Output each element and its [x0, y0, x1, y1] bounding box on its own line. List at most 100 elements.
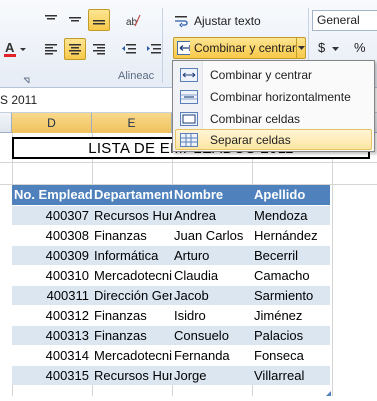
orientation-button[interactable]: ab	[122, 9, 144, 31]
font-dialog-launcher-icon[interactable]	[23, 72, 31, 90]
gridline	[0, 162, 377, 163]
cell-last-name[interactable]: Becerril	[252, 244, 330, 265]
align-right-button[interactable]	[88, 38, 110, 60]
cell-department[interactable]: Finanzas	[92, 224, 172, 245]
merge-center-button[interactable]: Combinar y centrar	[173, 37, 306, 59]
chevron-down-icon	[297, 45, 305, 50]
menu-item-combinar-celdas[interactable]: Combinar celdas	[175, 108, 372, 129]
decrease-indent-button[interactable]	[118, 38, 140, 60]
align-center-icon	[69, 44, 81, 55]
cell-last-name[interactable]: Mendoza	[252, 204, 330, 225]
align-top-icon	[45, 15, 57, 20]
number-format-select[interactable]: General	[312, 10, 377, 31]
menu-item-separar-celdas[interactable]: Separar celdas	[175, 129, 372, 150]
cell-last-name[interactable]: Jiménez	[252, 304, 330, 325]
merge-dropdown-menu: Combinar y centrar Combinar horizontalme…	[172, 60, 375, 152]
decrease-indent-icon	[122, 44, 136, 54]
cell-first-name[interactable]: Isidro	[172, 304, 252, 325]
cell-department[interactable]: Informática	[92, 244, 172, 265]
align-right-icon	[93, 44, 105, 55]
worksheet-grid[interactable]: LISTA DE EMPLEADOS 2011 No. Empleado Dep…	[0, 133, 377, 396]
align-bottom-icon	[93, 20, 105, 25]
cell-employee-id[interactable]: 400314	[12, 344, 92, 365]
cell-first-name[interactable]: Arturo	[172, 244, 252, 265]
cell-employee-id[interactable]: 400313	[12, 324, 92, 345]
table-header-row: No. Empleado Departamento Nombre Apellid…	[12, 185, 330, 205]
cell-first-name[interactable]: Andrea	[172, 204, 252, 225]
cell-first-name[interactable]: Juan Carlos	[172, 224, 252, 245]
cell-last-name[interactable]: Fonseca	[252, 344, 330, 365]
orientation-icon: ab	[126, 14, 141, 28]
gridline	[332, 133, 333, 396]
header-apellido[interactable]: Apellido	[252, 185, 330, 205]
cell-first-name[interactable]: Consuelo	[172, 324, 252, 345]
align-center-button[interactable]	[64, 38, 86, 60]
table-row: 400311 Dirección General Jacob Sarmiento	[12, 284, 330, 305]
cell-last-name[interactable]: Sarmiento	[252, 284, 330, 305]
font-color-button[interactable]: A	[0, 38, 28, 60]
svg-text:A: A	[5, 40, 15, 55]
menu-item-label: Combinar celdas	[210, 111, 301, 126]
cell-employee-id[interactable]: 400312	[12, 304, 92, 325]
cell-first-name[interactable]: Jorge	[172, 364, 252, 385]
cell-department[interactable]: Mercadotecnia	[92, 264, 172, 285]
cell-department[interactable]: Dirección General	[92, 284, 172, 305]
column-header-e[interactable]: E	[92, 113, 172, 133]
table-row: 400308 Finanzas Juan Carlos Hernández	[12, 224, 330, 245]
wrap-text-button[interactable]: Ajustar texto	[174, 11, 294, 31]
menu-item-label: Separar celdas	[210, 132, 291, 147]
table-resize-handle[interactable]	[326, 383, 331, 401]
cell-department[interactable]: Recursos Humanos	[92, 204, 172, 225]
font-color-icon: A	[4, 40, 26, 57]
table-row: 400314 Mercadotecnia Fernanda Fonseca	[12, 344, 330, 365]
select-all-corner[interactable]	[0, 113, 12, 133]
merge-center-label: Combinar y centrar	[194, 41, 297, 55]
cell-employee-id[interactable]: 400307	[12, 204, 92, 225]
merge-center-icon	[177, 41, 190, 55]
cell-employee-id[interactable]: 400311	[12, 284, 92, 305]
align-middle-icon	[69, 17, 81, 22]
table-row: 400310 Mercadotecnia Claudia Camacho	[12, 264, 330, 285]
align-middle-button[interactable]	[64, 9, 86, 31]
cell-employee-id[interactable]: 400310	[12, 264, 92, 285]
cell-employee-id[interactable]: 400308	[12, 224, 92, 245]
merge-across-icon	[180, 89, 198, 104]
cell-department[interactable]: Finanzas	[92, 324, 172, 345]
header-departamento[interactable]: Departamento	[92, 185, 172, 205]
table-row: 400309 Informática Arturo Becerril	[12, 244, 330, 265]
chevron-down-icon	[331, 47, 339, 51]
cell-last-name[interactable]: Villarreal	[252, 364, 330, 385]
align-bottom-button[interactable]	[88, 9, 110, 31]
unmerge-cells-icon	[180, 132, 198, 147]
align-top-button[interactable]	[40, 9, 62, 31]
cell-department[interactable]: Finanzas	[92, 304, 172, 325]
currency-label: $	[318, 40, 326, 55]
merge-dropdown-arrow[interactable]	[296, 38, 305, 58]
cell-first-name[interactable]: Claudia	[172, 264, 252, 285]
cell-department[interactable]: Mercadotecnia	[92, 344, 172, 365]
cell-first-name[interactable]: Fernanda	[172, 344, 252, 365]
cell-employee-id[interactable]: 400309	[12, 244, 92, 265]
formula-text: S 2011	[0, 93, 38, 107]
menu-item-combinar-horizontalmente[interactable]: Combinar horizontalmente	[175, 86, 372, 107]
merge-cells-icon	[180, 111, 198, 126]
header-nombre[interactable]: Nombre	[172, 185, 252, 205]
header-no-empleado[interactable]: No. Empleado	[12, 185, 92, 205]
cell-last-name[interactable]: Hernández	[252, 224, 330, 245]
table-row: 400307 Recursos Humanos Andrea Mendoza	[12, 204, 330, 225]
cell-employee-id[interactable]: 400315	[12, 364, 92, 385]
align-left-button[interactable]	[40, 38, 62, 60]
cell-last-name[interactable]: Camacho	[252, 264, 330, 285]
cell-first-name[interactable]: Jacob	[172, 284, 252, 305]
ribbon-separator	[162, 8, 163, 83]
wrap-text-label: Ajustar texto	[194, 14, 261, 28]
cell-department[interactable]: Recursos Humanos	[92, 364, 172, 385]
employee-table: No. Empleado Departamento Nombre Apellid…	[12, 185, 330, 385]
merge-center-icon	[180, 67, 198, 82]
menu-item-combinar-y-centrar[interactable]: Combinar y centrar	[175, 64, 372, 85]
wrap-text-icon	[175, 16, 188, 28]
currency-button[interactable]: $	[318, 40, 339, 55]
percent-button[interactable]: %	[354, 40, 366, 55]
column-header-d[interactable]: D	[12, 113, 92, 133]
cell-last-name[interactable]: Palacios	[252, 324, 330, 345]
